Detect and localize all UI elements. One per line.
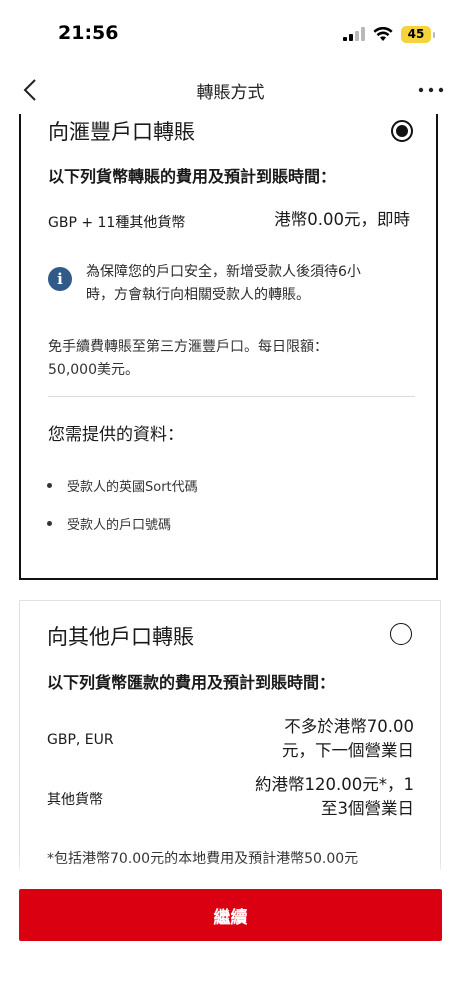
- other-transfer-option-card[interactable]: 向其他戶口轉賬 以下列貨幣匯款的費用及預計到賬時間： GBP, EUR 不多於港…: [19, 600, 441, 870]
- other-fee-value-1: 不多於港幣70.00 元，下一個營業日: [282, 717, 414, 760]
- nav-bar: 轉賬方式: [0, 66, 461, 114]
- hsbc-fee-heading: 以下列貨幣轉賬的費用及預計到賬時間：: [48, 167, 337, 186]
- bullet-dot: [47, 521, 52, 526]
- radio-selected-dot: [396, 125, 408, 137]
- required-item: 受款人的戶口號碼: [47, 514, 171, 533]
- other-currency-label-2: 其他貨幣: [47, 792, 103, 808]
- other-currency-label-1: GBP, EUR: [47, 732, 114, 748]
- content-scroll-area[interactable]: 向滙豐戶口轉賬 以下列貨幣轉賬的費用及預計到賬時間： GBP + 11種其他貨幣…: [0, 114, 461, 870]
- hsbc-fee-value: 港幣0.00元，即時: [274, 210, 410, 229]
- status-time: 21:56: [58, 22, 119, 44]
- cellular-signal-icon: [343, 27, 365, 41]
- continue-button[interactable]: 繼續: [19, 889, 442, 941]
- page-title: 轉賬方式: [196, 83, 265, 103]
- bottom-action-area: 繼續: [0, 870, 461, 1000]
- status-icons: 45: [343, 24, 435, 44]
- required-info-heading: 您需提供的資料：: [48, 425, 184, 445]
- other-option-radio[interactable]: [390, 623, 412, 645]
- other-fee-heading: 以下列貨幣匯款的費用及預計到賬時間：: [47, 673, 336, 692]
- security-notice-text: 為保障您的戶口安全，新增受款人後須待6小 時，方會執行向相關受款人的轉賬。: [86, 264, 361, 303]
- battery-indicator: 45: [401, 25, 435, 43]
- status-bar: 21:56 45: [0, 0, 461, 66]
- hsbc-currency-label: GBP + 11種其他貨幣: [48, 215, 186, 231]
- other-fee-value-2: 約港幣120.00元*，1 至3個營業日: [255, 775, 414, 818]
- more-options-button[interactable]: [415, 74, 447, 106]
- info-icon: i: [48, 267, 72, 291]
- hsbc-option-radio[interactable]: [391, 120, 413, 142]
- hsbc-option-title: 向滙豐戶口轉賬: [48, 120, 195, 144]
- bullet-dot: [47, 483, 52, 488]
- required-item: 受款人的英國Sort代碼: [47, 476, 198, 495]
- more-dots-icon: [418, 87, 444, 93]
- free-transfer-note: 免手續費轉賬至第三方滙豐戶口。每日限額： 50,000美元。: [48, 339, 328, 378]
- divider: [48, 396, 415, 397]
- hsbc-transfer-option-card[interactable]: 向滙豐戶口轉賬 以下列貨幣轉賬的費用及預計到賬時間： GBP + 11種其他貨幣…: [19, 114, 438, 580]
- other-option-title: 向其他戶口轉賬: [47, 625, 194, 649]
- wifi-icon: [373, 26, 393, 41]
